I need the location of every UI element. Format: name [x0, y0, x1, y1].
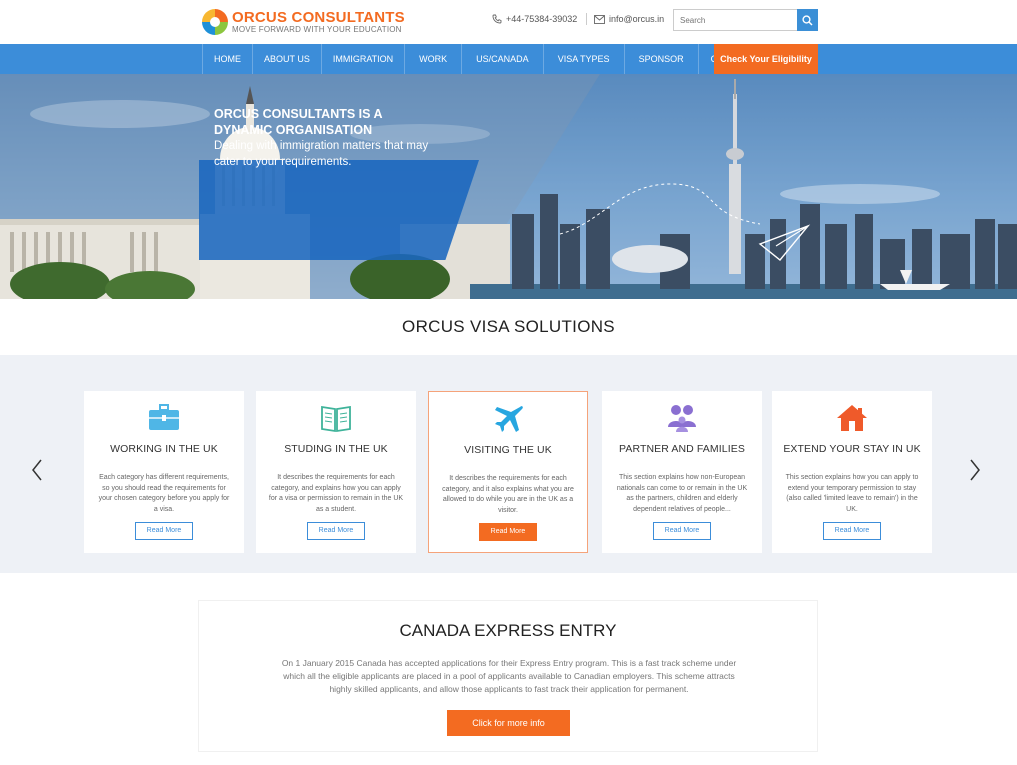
carousel-prev-arrow-icon[interactable]: [30, 458, 44, 482]
card-description: This section explains how you can apply …: [785, 474, 919, 513]
main-nav: HOME ABOUT US IMMIGRATION WORK US/CANADA…: [0, 44, 1017, 74]
card-title: VISITING THE UK: [464, 444, 552, 456]
hero-subtitle: Dealing with immigration matters that ma…: [214, 140, 429, 168]
hero-title: ORCUS CONSULTANTS IS A DYNAMIC ORGANISAT…: [214, 107, 383, 137]
canada-express-entry-section: CANADA EXPRESS ENTRY On 1 January 2015 C…: [198, 600, 818, 752]
phone-contact[interactable]: +44-75384-39032: [492, 14, 577, 24]
nav-visa-types[interactable]: VISA TYPES: [542, 44, 624, 74]
card-partner-families[interactable]: PARTNER AND FAMILIES This section explai…: [602, 391, 762, 553]
read-more-button[interactable]: Read More: [135, 522, 193, 540]
family-icon: [668, 405, 696, 432]
book-icon: [321, 405, 351, 433]
search-icon: [802, 14, 813, 26]
read-more-button[interactable]: Read More: [307, 522, 365, 540]
header: ORCUS CONSULTANTS MOVE FORWARD WITH YOUR…: [0, 0, 1017, 44]
more-info-button[interactable]: Click for more info: [447, 710, 570, 736]
card-description: Each category has different requirements…: [98, 474, 230, 513]
email-contact[interactable]: info@orcus.in: [594, 14, 664, 24]
nav-sponsor[interactable]: SPONSOR: [623, 44, 698, 74]
card-description: It describes the requirements for each c…: [268, 474, 404, 513]
card-description: It describes the requirements for each c…: [442, 475, 574, 514]
canada-heading: CANADA EXPRESS ENTRY: [399, 621, 617, 640]
card-title: PARTNER AND FAMILIES: [619, 443, 745, 455]
card-extend-stay[interactable]: EXTEND YOUR STAY IN UK This section expl…: [772, 391, 932, 553]
brand-tagline: MOVE FORWARD WITH YOUR EDUCATION: [232, 25, 402, 34]
canada-description: On 1 January 2015 Canada has accepted ap…: [281, 658, 737, 694]
card-description: This section explains how non-European n…: [616, 474, 748, 513]
briefcase-icon: [149, 404, 179, 430]
airplane-icon: [495, 406, 523, 432]
hero-text-panel: [199, 160, 479, 260]
search-bar: [673, 9, 818, 31]
solutions-heading: ORCUS VISA SOLUTIONS: [402, 317, 615, 336]
card-title: WORKING IN THE UK: [110, 443, 218, 455]
home-icon: [837, 405, 867, 431]
brand-logo[interactable]: ORCUS CONSULTANTS MOVE FORWARD WITH YOUR…: [202, 8, 405, 36]
contact-divider: [586, 13, 587, 25]
logo-globe-icon: [202, 9, 228, 35]
read-more-button[interactable]: Read More: [823, 522, 881, 540]
mail-icon: [594, 14, 605, 24]
card-studying-in-uk[interactable]: STUDING IN THE UK It describes the requi…: [256, 391, 416, 553]
card-working-in-uk[interactable]: WORKING IN THE UK Each category has diff…: [84, 391, 244, 553]
card-visiting-uk[interactable]: VISITING THE UK It describes the require…: [428, 391, 588, 553]
brand-name: ORCUS CONSULTANTS: [232, 9, 405, 26]
email-address: info@orcus.in: [609, 14, 665, 24]
hero-cityscape-image: [0, 74, 1017, 299]
search-input[interactable]: [673, 9, 797, 31]
read-more-button[interactable]: Read More: [653, 522, 711, 540]
nav-home[interactable]: HOME: [202, 44, 252, 74]
nav-about-us[interactable]: ABOUT US: [252, 44, 321, 74]
nav-us-canada[interactable]: US/CANADA: [461, 44, 543, 74]
check-eligibility-button[interactable]: Check Your Eligibility: [714, 44, 818, 74]
phone-icon: [492, 14, 502, 24]
hero-banner: [0, 74, 1017, 299]
search-button[interactable]: [797, 9, 818, 31]
phone-number: +44-75384-39032: [506, 14, 578, 24]
card-title: EXTEND YOUR STAY IN UK: [783, 443, 921, 455]
card-title: STUDING IN THE UK: [284, 443, 388, 455]
carousel-next-arrow-icon[interactable]: [968, 458, 982, 482]
read-more-button[interactable]: Read More: [479, 523, 537, 541]
nav-work[interactable]: WORK: [404, 44, 461, 74]
nav-immigration[interactable]: IMMIGRATION: [320, 44, 404, 74]
